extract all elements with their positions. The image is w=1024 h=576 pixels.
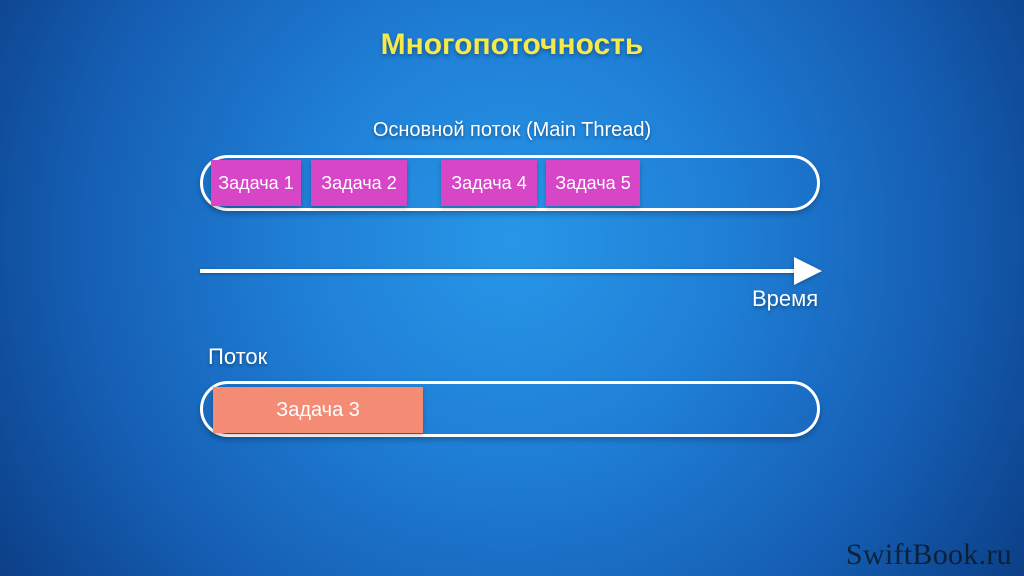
- slide-title: Многопоточность: [0, 28, 1024, 62]
- arrow-head-icon: [794, 257, 822, 285]
- time-arrow: [200, 259, 820, 283]
- task-1: Задача 1: [211, 160, 301, 206]
- watermark: SwiftBook.ru: [846, 538, 1012, 572]
- main-thread-label: Основной поток (Main Thread): [0, 119, 1024, 142]
- task-3: Задача 3: [213, 387, 423, 433]
- secondary-thread-bar: Задача 3: [200, 381, 820, 437]
- time-axis-label: Время: [752, 286, 818, 312]
- main-thread-bar: Задача 1 Задача 2 Задача 4 Задача 5: [200, 155, 820, 211]
- arrow-shaft: [200, 269, 800, 273]
- secondary-thread-label: Поток: [208, 344, 267, 370]
- task-2: Задача 2: [311, 160, 407, 206]
- task-5: Задача 5: [546, 160, 640, 206]
- task-4: Задача 4: [441, 160, 537, 206]
